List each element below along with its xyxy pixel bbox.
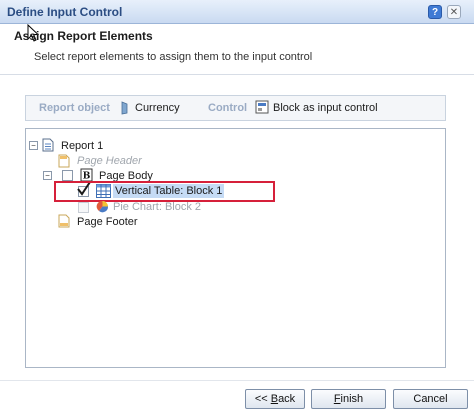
back-key: B <box>270 393 279 405</box>
tree-item-pie-chart: Pie Chart: Block 2 <box>113 201 202 213</box>
divider <box>0 74 474 75</box>
back-label: ack <box>278 393 296 405</box>
page-footer-icon <box>58 214 70 228</box>
control-label: Control <box>208 102 248 114</box>
page-subtitle: Select report elements to assign them to… <box>34 51 313 63</box>
selection-info-bar: Report object Currency Control Block as … <box>25 95 446 121</box>
pie-chart-icon <box>96 200 109 213</box>
report-icon <box>42 138 54 152</box>
finish-label: inish <box>340 393 364 405</box>
page-header-icon <box>58 154 70 168</box>
tree-item-page-header: Page Header <box>77 155 142 167</box>
tree-item-report[interactable]: Report 1 <box>61 139 103 153</box>
help-icon[interactable]: ? <box>428 5 442 19</box>
collapse-page-body-toggle[interactable]: − <box>43 171 52 180</box>
page-title: Assign Report Elements <box>14 29 153 43</box>
collapse-report-toggle[interactable]: − <box>29 141 38 150</box>
cancel-button[interactable]: Cancel <box>393 389 468 409</box>
measure-icon <box>121 101 128 115</box>
report-object-value: Currency <box>135 102 180 114</box>
back-prefix: << <box>254 393 271 405</box>
back-button[interactable]: << Back <box>245 389 305 409</box>
block-control-icon <box>255 100 269 114</box>
report-object-label: Report object <box>39 102 110 114</box>
title-bar: Define Input Control ? ✕ <box>0 0 474 24</box>
control-value: Block as input control <box>273 102 378 114</box>
window-title: Define Input Control <box>7 5 123 19</box>
tree-item-page-footer[interactable]: Page Footer <box>77 215 138 229</box>
close-icon[interactable]: ✕ <box>447 5 461 19</box>
finish-button[interactable]: Finish <box>311 389 386 409</box>
page-body-checkbox[interactable] <box>62 170 73 181</box>
finish-key: F <box>333 393 341 405</box>
footer-divider <box>0 380 474 381</box>
pie-chart-checkbox <box>78 202 89 213</box>
highlight-box <box>54 181 275 202</box>
